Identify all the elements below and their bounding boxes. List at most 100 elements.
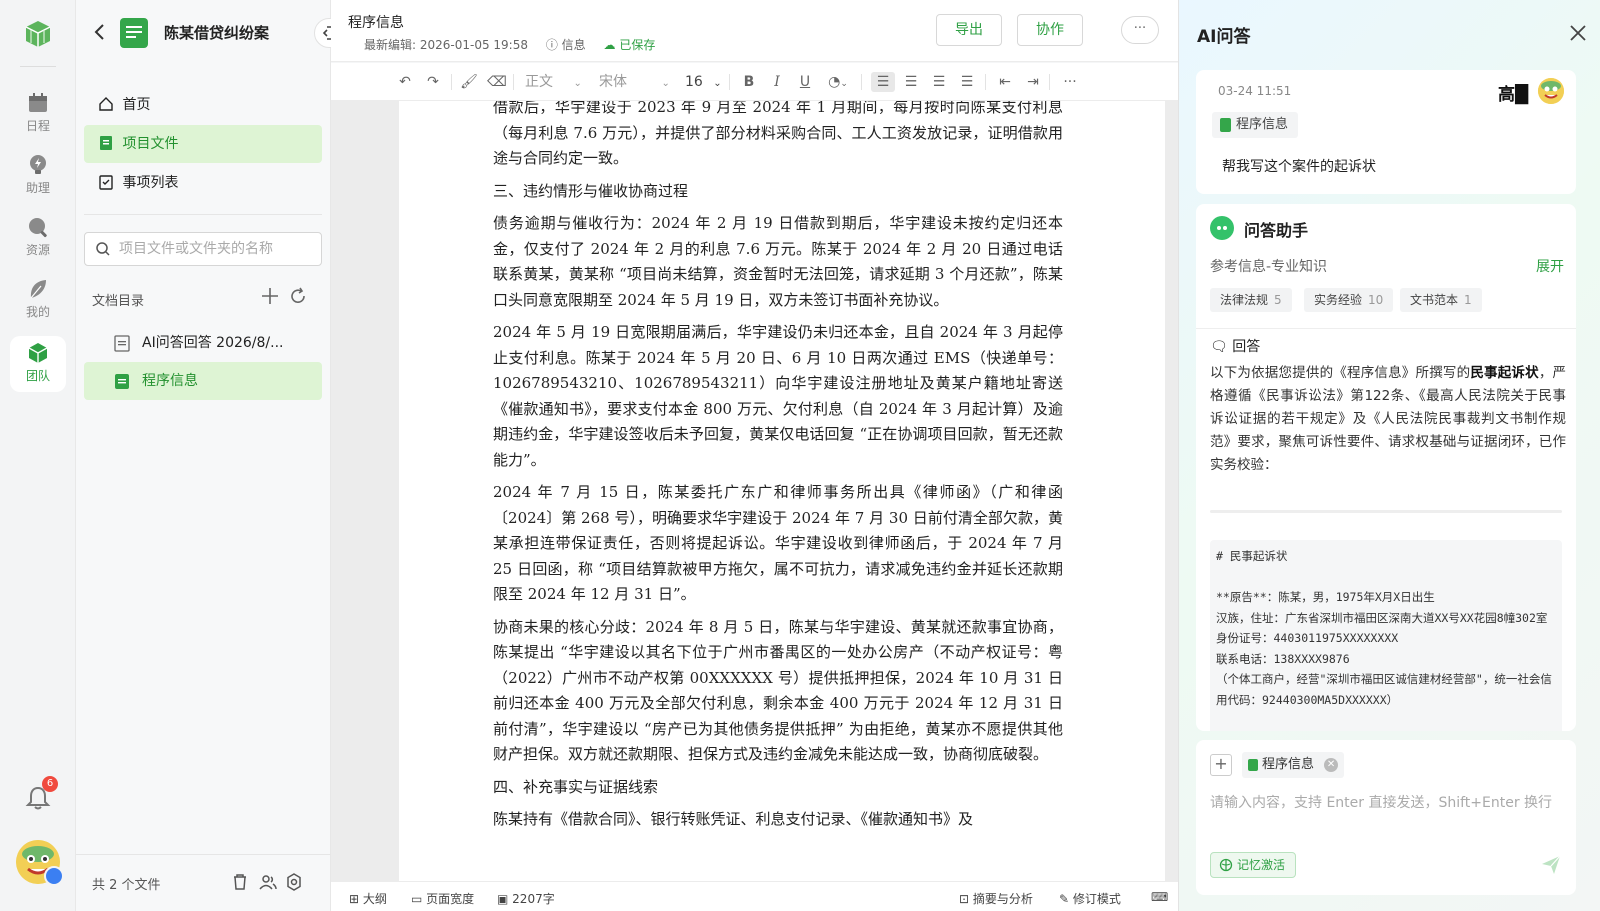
question-time: 03-24 11:51 xyxy=(1218,84,1292,98)
sidebar-footer-divider xyxy=(76,854,331,855)
document-title[interactable]: 程序信息 xyxy=(348,12,404,32)
home-icon xyxy=(99,97,113,111)
chat-input-card: + 程序信息 ✕ 请输入内容，支持 Enter 直接发送，Shift+Enter … xyxy=(1196,740,1576,895)
info-link[interactable]: ⓘ 信息 xyxy=(546,38,586,52)
nav-item-project-files[interactable]: 项目文件 xyxy=(84,125,322,163)
answer-label-text: 回答 xyxy=(1232,339,1261,355)
rail-item-label: 我的 xyxy=(25,305,50,319)
back-arrow-icon[interactable] xyxy=(90,22,110,42)
doc-paragraph: 陈某持有《借款合同》、银行转账凭证、利息支付记录、《催款通知书》及 xyxy=(493,810,974,828)
members-icon[interactable] xyxy=(258,872,278,892)
font-size-select[interactable]: 16 ⌄ xyxy=(685,72,722,92)
rail-item-resources[interactable]: 资源 xyxy=(10,210,66,266)
redo-icon[interactable]: ↷ xyxy=(423,72,443,92)
add-attachment-button[interactable]: + xyxy=(1210,754,1232,776)
document-page[interactable]: 借款后，华宇建设于 2023 年 9 月至 2024 年 1 月期间，每月按时向… xyxy=(399,101,1165,881)
nav-item-home[interactable]: 首页 xyxy=(84,86,322,124)
eraser-icon[interactable]: ⌫ xyxy=(487,72,507,92)
notification-badge: 6 xyxy=(42,776,58,792)
italic-button[interactable]: I xyxy=(767,72,787,92)
reference-chip-templates[interactable]: 文书范本 1 xyxy=(1400,288,1482,312)
chip-label: 法律法规 xyxy=(1220,293,1269,307)
page-width-button[interactable]: ▭ 页面宽度 xyxy=(411,890,474,907)
toolbar-more-button[interactable]: ··· xyxy=(1059,72,1081,92)
file-search-input[interactable]: 项目文件或文件夹的名称 xyxy=(84,232,322,266)
align-justify-icon[interactable]: ☰ xyxy=(957,72,977,92)
code-line: **原告**：陈某，男，1975年X月X日出生 xyxy=(1216,590,1435,604)
complaint-code-block[interactable]: # 民事起诉状 **原告**：陈某，男，1975年X月X日出生 汉族，住址：广东… xyxy=(1210,540,1562,731)
question-text: 帮我写这个案件的起诉状 xyxy=(1222,159,1376,175)
revision-icon: ✎ xyxy=(1059,892,1070,906)
answer-rule xyxy=(1210,510,1562,513)
font-family-select[interactable]: 宋体 ⌄ xyxy=(599,72,670,92)
summary-analysis-button[interactable]: ⊡ 摘要与分析 xyxy=(959,890,1033,907)
nav-item-label: 首页 xyxy=(122,97,151,113)
ai-panel-title: AI问答 xyxy=(1197,27,1251,47)
chip-count: 5 xyxy=(1274,293,1282,307)
rail-item-calendar[interactable]: 日程 xyxy=(10,86,66,142)
bold-button[interactable]: B xyxy=(739,72,759,92)
status-bar: ⊞ 大纲 ▭ 页面宽度 ▣ 2207字 ⊡ 摘要与分析 ✎ 修订模式 ⌨ xyxy=(331,881,1178,911)
reference-chip-practice[interactable]: 实务经验 10 xyxy=(1304,288,1394,312)
recycle-bin-icon[interactable] xyxy=(230,872,250,892)
chevron-down-icon: ⌄ xyxy=(713,78,722,89)
align-right-icon[interactable]: ☰ xyxy=(929,72,949,92)
underline-button[interactable]: U xyxy=(795,72,815,92)
font-size-value: 16 xyxy=(685,74,703,90)
sidebar-divider xyxy=(84,214,322,215)
more-options-button[interactable]: ··· xyxy=(1121,16,1159,44)
rail-item-mine[interactable]: 我的 xyxy=(10,272,66,328)
paragraph-style-select[interactable]: 正文 ⌄ xyxy=(525,72,582,92)
rail-item-assistant[interactable]: 助理 xyxy=(10,148,66,204)
code-line: （个体工商户，经营"深圳市福田区诚信建材经营部"，统一社会信用代码：924403… xyxy=(1216,672,1552,707)
export-button[interactable]: 导出 xyxy=(936,14,1002,46)
user-avatar xyxy=(1538,78,1564,104)
keyboard-icon[interactable]: ⌨ xyxy=(1151,890,1168,904)
answer-intro: 以下为依据您提供的《程序信息》所撰写的民事起诉状，严格遵循《民事诉讼法》第122… xyxy=(1210,362,1566,477)
align-left-icon[interactable]: ☰ xyxy=(871,72,895,92)
outline-button[interactable]: ⊞ 大纲 xyxy=(349,890,387,907)
settings-icon[interactable] xyxy=(284,872,304,892)
rail-item-label: 资源 xyxy=(25,243,50,257)
align-center-icon[interactable]: ☰ xyxy=(901,72,921,92)
code-line: 身份证号：4403011975XXXXXXXX xyxy=(1216,631,1399,645)
last-edit-time: 最新编辑: 2026-01-05 19:58 xyxy=(364,38,528,52)
reference-chip-laws[interactable]: 法律法规 5 xyxy=(1210,288,1292,312)
revision-mode-button[interactable]: ✎ 修订模式 xyxy=(1059,890,1121,907)
send-icon[interactable] xyxy=(1540,854,1562,876)
outdent-icon[interactable]: ⇤ xyxy=(995,72,1015,92)
plus-icon[interactable] xyxy=(260,286,280,306)
expand-link[interactable]: 展开 xyxy=(1536,256,1564,276)
search-icon xyxy=(29,218,47,238)
chat-input[interactable]: 请输入内容，支持 Enter 直接发送，Shift+Enter 换行 xyxy=(1210,792,1552,812)
collaborate-button[interactable]: 协作 xyxy=(1017,14,1083,46)
color-palette-icon[interactable]: ◔⌄ xyxy=(823,72,853,92)
file-item-ai-answer[interactable]: AI问答回答 2026/8/... xyxy=(84,324,322,362)
close-icon[interactable] xyxy=(1569,24,1587,42)
context-file-tag[interactable]: 程序信息 ✕ xyxy=(1242,752,1345,778)
document-body[interactable]: 借款后，华宇建设于 2023 年 9 月至 2024 年 1 月期间，每月按时向… xyxy=(493,101,1063,840)
file-item-procedure-info[interactable]: 程序信息 xyxy=(84,362,322,400)
document-meta: 最新编辑: 2026-01-05 19:58 ⓘ 信息 ☁ 已保存 xyxy=(364,36,655,53)
outline-icon: ⊞ xyxy=(349,892,360,906)
memory-activate-button[interactable]: 记忆激活 xyxy=(1210,852,1297,878)
undo-icon[interactable]: ↶ xyxy=(395,72,415,92)
context-file-tag-label: 程序信息 xyxy=(1262,757,1315,772)
search-icon xyxy=(96,242,110,256)
format-painter-icon[interactable]: 🖌 xyxy=(459,72,479,92)
indent-icon[interactable]: ⇥ xyxy=(1023,72,1043,92)
nav-item-tasks[interactable]: 事项列表 xyxy=(84,164,322,202)
font-family-value: 宋体 xyxy=(599,74,627,90)
file-item-label: AI问答回答 2026/8/... xyxy=(142,335,284,351)
toolbar-divider xyxy=(861,74,862,90)
project-title: 陈某借贷纠纷案 xyxy=(164,24,270,42)
remove-tag-icon[interactable]: ✕ xyxy=(1324,758,1339,772)
doc-paragraph: 协商未果的核心分歧：2024 年 8 月 5 日，陈某与华宇建设、黄某就还款事宜… xyxy=(493,617,1063,764)
refresh-icon[interactable] xyxy=(288,286,308,306)
paragraph-style-value: 正文 xyxy=(525,74,553,90)
doc-paragraph: 债务逾期与催收行为：2024 年 2 月 19 日借款到期后，华宇建设未按约定归… xyxy=(493,214,1063,309)
question-file-tag[interactable]: 程序信息 xyxy=(1212,112,1299,138)
app-logo[interactable] xyxy=(22,18,54,50)
cloud-icon: ☁ xyxy=(603,38,616,52)
rail-item-team[interactable]: 团队 xyxy=(10,336,66,392)
